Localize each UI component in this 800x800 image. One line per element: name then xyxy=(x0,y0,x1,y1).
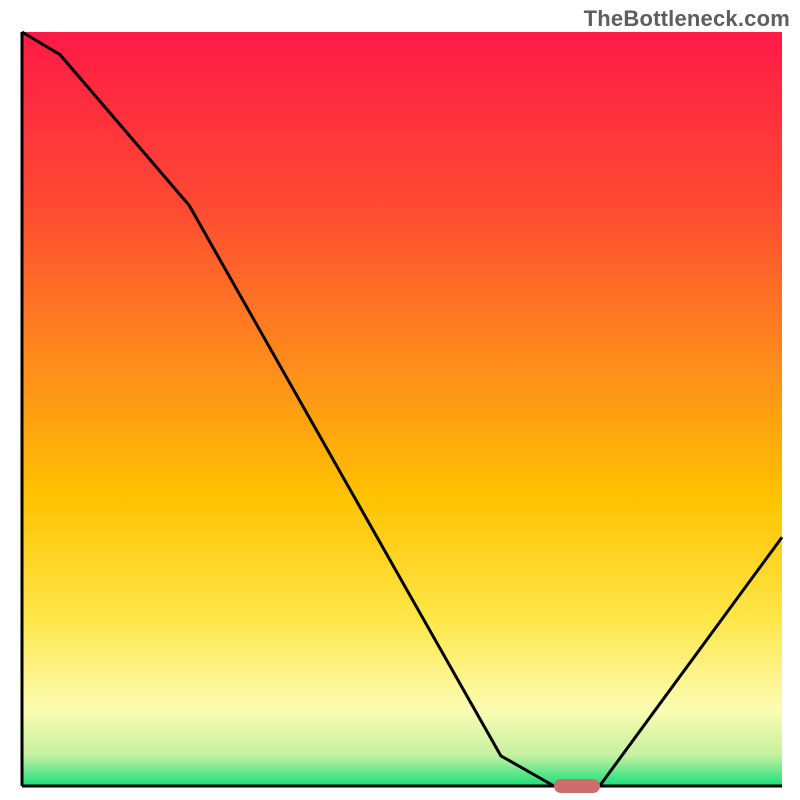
optimal-marker xyxy=(554,779,600,793)
bottleneck-chart: TheBottleneck.com xyxy=(0,0,800,800)
chart-svg xyxy=(0,0,800,800)
